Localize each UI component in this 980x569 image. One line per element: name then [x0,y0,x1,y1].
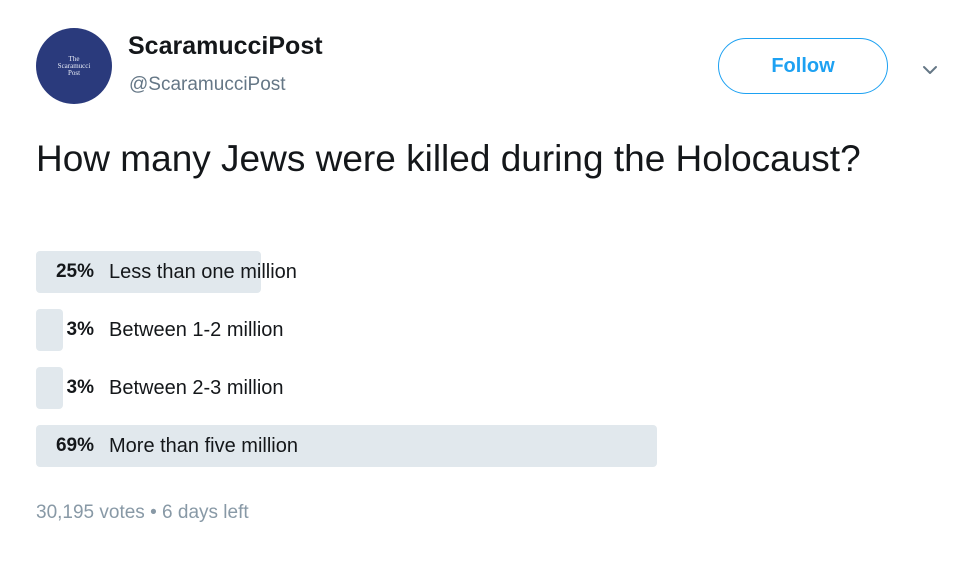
poll-option: 3% Between 1-2 million [36,309,836,351]
avatar-text-line3: Post [67,68,81,77]
follow-button[interactable]: Follow [718,38,888,94]
poll-option-label: More than five million [109,435,298,457]
tweet-question: How many Jews were killed during the Hol… [36,138,861,179]
poll-percent: 25% [55,261,94,282]
poll-option-label: Between 2-3 million [109,377,284,399]
poll-option-label: Less than one million [109,261,297,283]
poll-vote-count: 30,195 votes [36,502,145,523]
avatar[interactable]: The Scaramucci Post [36,28,112,104]
poll-percent: 3% [66,319,94,340]
poll-separator: • [150,502,157,523]
poll-percent: 3% [66,377,94,398]
poll-percent: 69% [55,435,94,456]
poll-option-label: Between 1-2 million [109,319,284,341]
poll-option: 3% Between 2-3 million [36,367,836,409]
user-handle[interactable]: @ScaramucciPost [129,74,286,96]
display-name[interactable]: ScaramucciPost [128,32,323,61]
poll-time-left: 6 days left [162,502,249,523]
chevron-down-icon[interactable] [918,58,942,82]
poll-option: 25% Less than one million [36,251,836,293]
poll-option: 69% More than five million [36,425,836,467]
poll-footer: 30,195 votes • 6 days left [36,502,249,524]
